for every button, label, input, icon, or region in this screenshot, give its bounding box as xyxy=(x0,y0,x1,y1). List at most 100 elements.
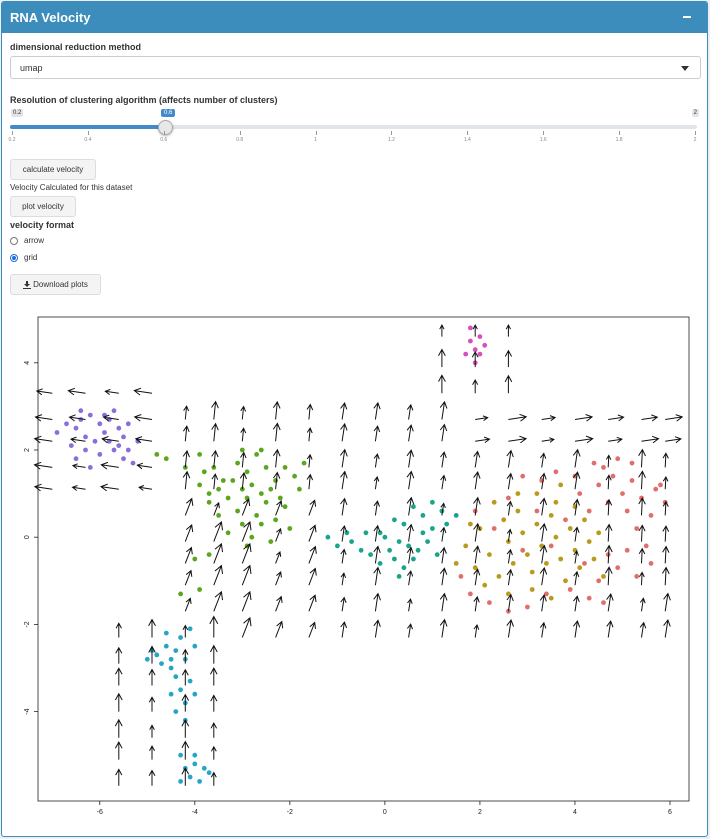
cell-point xyxy=(258,521,264,527)
resolution-slider[interactable]: 0.2 0.6 2 0.2 0.4 0.6 0.8 1 1.2 1.4 1.6 1.8 2 xyxy=(8,108,701,153)
cell-point xyxy=(468,521,473,527)
cell-point xyxy=(567,526,573,531)
cell-point xyxy=(216,513,222,518)
panel-header: RNA Velocity xyxy=(2,2,707,33)
cell-point xyxy=(254,452,259,457)
reduction-method-value: umap xyxy=(20,63,43,73)
cell-point xyxy=(596,482,602,488)
radio-button-checked[interactable] xyxy=(10,254,18,262)
slider-tick-label: 0.2 xyxy=(8,137,16,143)
slider-tick-label: 0.8 xyxy=(236,137,244,143)
cell-point xyxy=(225,530,231,536)
y-tick-label: -2 xyxy=(24,621,31,627)
cell-point xyxy=(178,752,184,758)
cell-point xyxy=(97,421,103,427)
cell-point xyxy=(159,661,164,666)
cell-point xyxy=(201,765,207,771)
cell-point xyxy=(197,452,203,457)
cell-point xyxy=(453,513,459,518)
cell-point xyxy=(534,521,540,527)
cell-point xyxy=(629,478,635,483)
cell-point xyxy=(648,513,654,518)
cell-point xyxy=(216,486,222,492)
cell-point xyxy=(525,552,530,557)
cell-point xyxy=(434,552,440,557)
cell-point xyxy=(173,709,179,714)
cell-point xyxy=(206,770,212,776)
slider-handle[interactable] xyxy=(157,120,173,135)
cell-point xyxy=(168,691,174,697)
cell-point xyxy=(482,342,488,348)
download-plots-button[interactable]: Download plots xyxy=(10,274,101,295)
cell-point xyxy=(287,526,293,531)
cell-point xyxy=(411,556,416,562)
cell-point xyxy=(263,499,269,505)
cell-point xyxy=(235,460,241,466)
cell-point xyxy=(610,473,616,479)
cell-point xyxy=(520,547,526,553)
cell-point xyxy=(206,491,212,496)
velocity-status-text: Velocity Calculated for this dataset xyxy=(10,183,133,192)
y-tick-label: 0 xyxy=(24,535,31,539)
cell-point xyxy=(520,530,526,536)
slider-value-label: 0.6 xyxy=(161,109,176,117)
cell-point xyxy=(548,513,554,518)
slider-tick xyxy=(695,131,696,135)
cell-point xyxy=(130,460,136,466)
cell-point xyxy=(192,643,198,649)
cell-point xyxy=(406,543,411,549)
cell-point xyxy=(206,552,212,557)
cell-point xyxy=(273,478,278,483)
slider-tick-label: 2 xyxy=(693,137,697,143)
cell-point xyxy=(601,600,606,605)
cell-point xyxy=(168,665,174,671)
cell-point xyxy=(197,779,203,784)
cell-point xyxy=(601,574,606,579)
radio-grid[interactable]: grid xyxy=(10,252,70,264)
cell-point xyxy=(510,561,516,566)
slider-tick-label: 1.2 xyxy=(387,137,395,143)
radio-arrow[interactable]: arrow xyxy=(10,235,70,247)
cell-point xyxy=(335,543,340,549)
cell-point xyxy=(463,543,469,549)
cell-point xyxy=(586,539,592,544)
cell-point xyxy=(297,486,302,492)
cell-point xyxy=(239,447,245,453)
cell-point xyxy=(634,526,640,531)
reduction-method-label: dimensional reduction method xyxy=(10,42,142,52)
reduction-method-select[interactable]: umap xyxy=(10,56,701,79)
cell-point xyxy=(154,652,160,658)
radio-button[interactable] xyxy=(10,237,18,245)
plot-velocity-button[interactable]: plot velocity xyxy=(10,196,76,217)
cell-point xyxy=(491,499,497,505)
cell-point xyxy=(121,434,126,440)
cell-point xyxy=(525,604,530,610)
cell-point xyxy=(396,574,402,579)
cell-point xyxy=(192,691,198,697)
cell-point xyxy=(425,539,430,544)
cell-point xyxy=(468,338,473,344)
cell-point xyxy=(239,521,245,527)
calculate-velocity-button[interactable]: calculate velocity xyxy=(10,159,96,180)
slider-tick xyxy=(467,131,469,135)
cell-point xyxy=(620,491,625,496)
cell-point xyxy=(87,465,93,470)
collapse-icon[interactable] xyxy=(679,6,697,26)
cell-point xyxy=(463,351,469,357)
cell-point xyxy=(116,443,122,448)
cell-point xyxy=(558,556,564,562)
panel-title: RNA Velocity xyxy=(10,10,91,25)
cell-point xyxy=(368,552,373,557)
slider-tick xyxy=(12,131,13,135)
cell-point xyxy=(491,526,497,531)
slider-max-label: 2 xyxy=(691,109,699,117)
cell-point xyxy=(458,574,464,579)
download-plots-label: Download plots xyxy=(33,280,88,289)
cell-point xyxy=(54,430,60,435)
cell-point xyxy=(596,578,602,584)
cell-point xyxy=(392,556,397,562)
cell-point xyxy=(430,526,435,531)
cell-point xyxy=(558,482,564,488)
slider-tick xyxy=(163,131,165,135)
cell-point xyxy=(377,561,383,566)
